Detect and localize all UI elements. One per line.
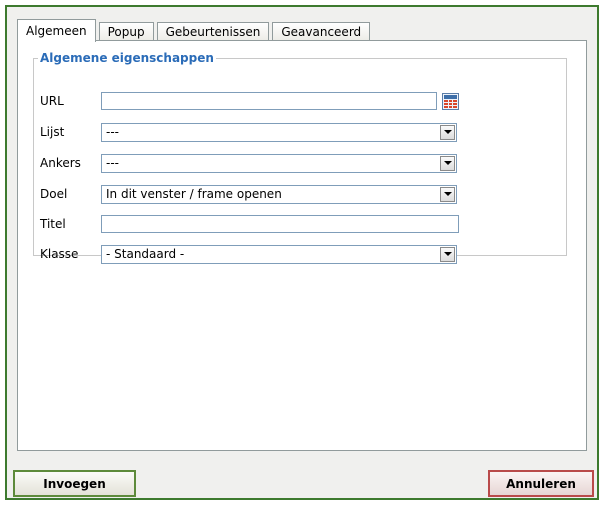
- url-row: URL: [40, 91, 459, 111]
- title-input[interactable]: [101, 215, 459, 233]
- tab-popup[interactable]: Popup: [98, 22, 154, 41]
- anchors-select-value: ---: [106, 156, 119, 170]
- target-label: Doel: [40, 187, 68, 201]
- class-select[interactable]: - Standaard -: [101, 244, 457, 264]
- title-label: Titel: [40, 217, 66, 231]
- tab-geavanceerd[interactable]: Geavanceerd: [272, 22, 371, 41]
- url-label: URL: [40, 94, 64, 108]
- list-select[interactable]: ---: [101, 122, 457, 142]
- url-input[interactable]: [101, 92, 437, 110]
- chevron-down-icon[interactable]: [440, 246, 455, 262]
- anchors-row: Ankers ---: [40, 153, 457, 173]
- tab-gebeurtenissen[interactable]: Gebeurtenissen: [156, 22, 270, 41]
- tab-bar: Algemeen Popup Gebeurtenissen Geavanceer…: [17, 17, 373, 42]
- target-row: Doel In dit venster / frame openen: [40, 184, 457, 204]
- tab-panel: Algemene eigenschappen URL Lijst --- Ank…: [17, 40, 587, 451]
- title-row: Titel: [40, 214, 459, 234]
- target-select-value: In dit venster / frame openen: [106, 187, 282, 201]
- class-label: Klasse: [40, 247, 79, 261]
- anchors-label: Ankers: [40, 156, 81, 170]
- class-select-value: - Standaard -: [106, 247, 185, 261]
- browse-icon[interactable]: [442, 92, 459, 110]
- list-select-value: ---: [106, 125, 119, 139]
- cancel-button[interactable]: Annuleren: [488, 470, 594, 497]
- list-row: Lijst ---: [40, 122, 457, 142]
- target-select[interactable]: In dit venster / frame openen: [101, 184, 457, 204]
- class-row: Klasse - Standaard -: [40, 244, 457, 264]
- chevron-down-icon[interactable]: [440, 155, 455, 171]
- list-label: Lijst: [40, 125, 65, 139]
- chevron-down-icon[interactable]: [440, 124, 455, 140]
- insert-button[interactable]: Invoegen: [13, 470, 136, 497]
- properties-fieldset: Algemene eigenschappen URL Lijst --- Ank…: [33, 51, 567, 264]
- properties-legend: Algemene eigenschappen: [40, 51, 214, 65]
- chevron-down-icon[interactable]: [440, 186, 455, 202]
- tab-algemeen[interactable]: Algemeen: [17, 19, 96, 42]
- anchors-select[interactable]: ---: [101, 153, 457, 173]
